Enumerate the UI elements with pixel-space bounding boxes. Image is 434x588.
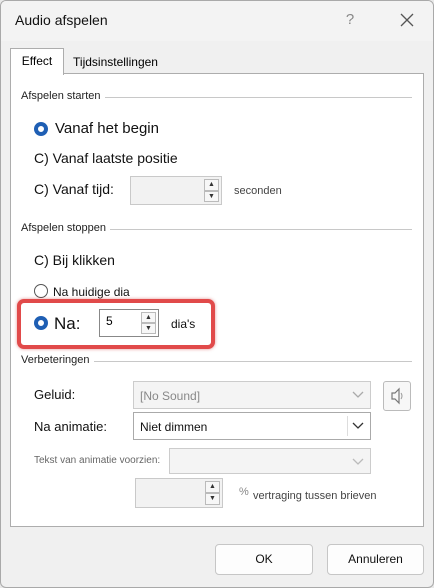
from-time-option[interactable]: C) Vanaf tijd: [34, 181, 114, 197]
animate-text-label: Tekst van animatie voorzien: [34, 455, 161, 466]
speaker-icon [391, 387, 403, 405]
delay-stepper[interactable]: ▲ ▼ [135, 478, 223, 508]
sound-label: Geluid: [34, 387, 76, 402]
spin-buttons: ▲ ▼ [205, 481, 220, 505]
delay-percent: % [239, 486, 249, 498]
chevron-down-icon [352, 391, 364, 398]
on-click-option[interactable]: C) Bij klikken [34, 252, 115, 268]
chevron-down-icon [352, 458, 364, 465]
help-button[interactable]: ? [340, 10, 360, 30]
spin-up-button[interactable]: ▲ [205, 481, 220, 493]
start-time-stepper[interactable]: ▲ ▼ [130, 176, 222, 205]
spin-up-button[interactable]: ▲ [141, 312, 156, 323]
sound-value: [No Sound] [140, 389, 201, 403]
stop-group-label: Afspelen stoppen [21, 222, 111, 234]
after-animation-value: Niet dimmen [140, 420, 208, 434]
close-button[interactable] [396, 9, 418, 31]
after-slides-stepper[interactable]: 5 ▲ ▼ [99, 309, 159, 337]
ok-button[interactable]: OK [215, 544, 313, 575]
delay-label: vertraging tussen brieven [253, 490, 377, 502]
start-group-label: Afspelen starten [21, 90, 105, 102]
animate-text-select[interactable] [169, 448, 371, 474]
spin-down-button[interactable]: ▼ [141, 323, 156, 334]
tab-timing[interactable]: Tijdsinstellingen [63, 52, 168, 72]
after-current-radio[interactable] [34, 284, 48, 298]
from-last-option[interactable]: C) Vanaf laatste positie [34, 150, 178, 166]
spin-up-button[interactable]: ▲ [204, 179, 219, 191]
sound-button[interactable] [383, 381, 411, 411]
enhancements-label: Verbeteringen [21, 354, 94, 366]
close-icon [400, 13, 414, 27]
title-bar: Audio afspelen ? [1, 1, 433, 41]
after-radio[interactable] [34, 316, 48, 330]
spin-buttons: ▲ ▼ [141, 312, 156, 334]
after-animation-label: Na animatie: [34, 419, 107, 434]
chevron-down-icon [352, 422, 364, 429]
after-slides-value: 5 [106, 314, 113, 328]
spin-down-button[interactable]: ▼ [205, 493, 220, 505]
from-start-label[interactable]: Vanaf het begin [55, 120, 159, 137]
after-current-label[interactable]: Na huidige dia [53, 285, 130, 299]
after-animation-select[interactable]: Niet dimmen [133, 412, 371, 440]
from-start-radio[interactable] [34, 122, 48, 136]
after-label[interactable]: Na: [54, 314, 80, 334]
dialog-title: Audio afspelen [15, 12, 108, 28]
sound-select[interactable]: [No Sound] [133, 381, 371, 409]
time-unit-label: seconden [234, 185, 282, 197]
cancel-button[interactable]: Annuleren [327, 544, 424, 575]
audio-dialog: Audio afspelen ? Effect Tijdsinstellinge… [0, 0, 434, 588]
spin-down-button[interactable]: ▼ [204, 190, 219, 202]
after-unit-label: dia's [171, 317, 196, 331]
spin-buttons: ▲ ▼ [204, 179, 219, 202]
tab-effect[interactable]: Effect [10, 48, 64, 75]
combo-separator [347, 416, 348, 436]
